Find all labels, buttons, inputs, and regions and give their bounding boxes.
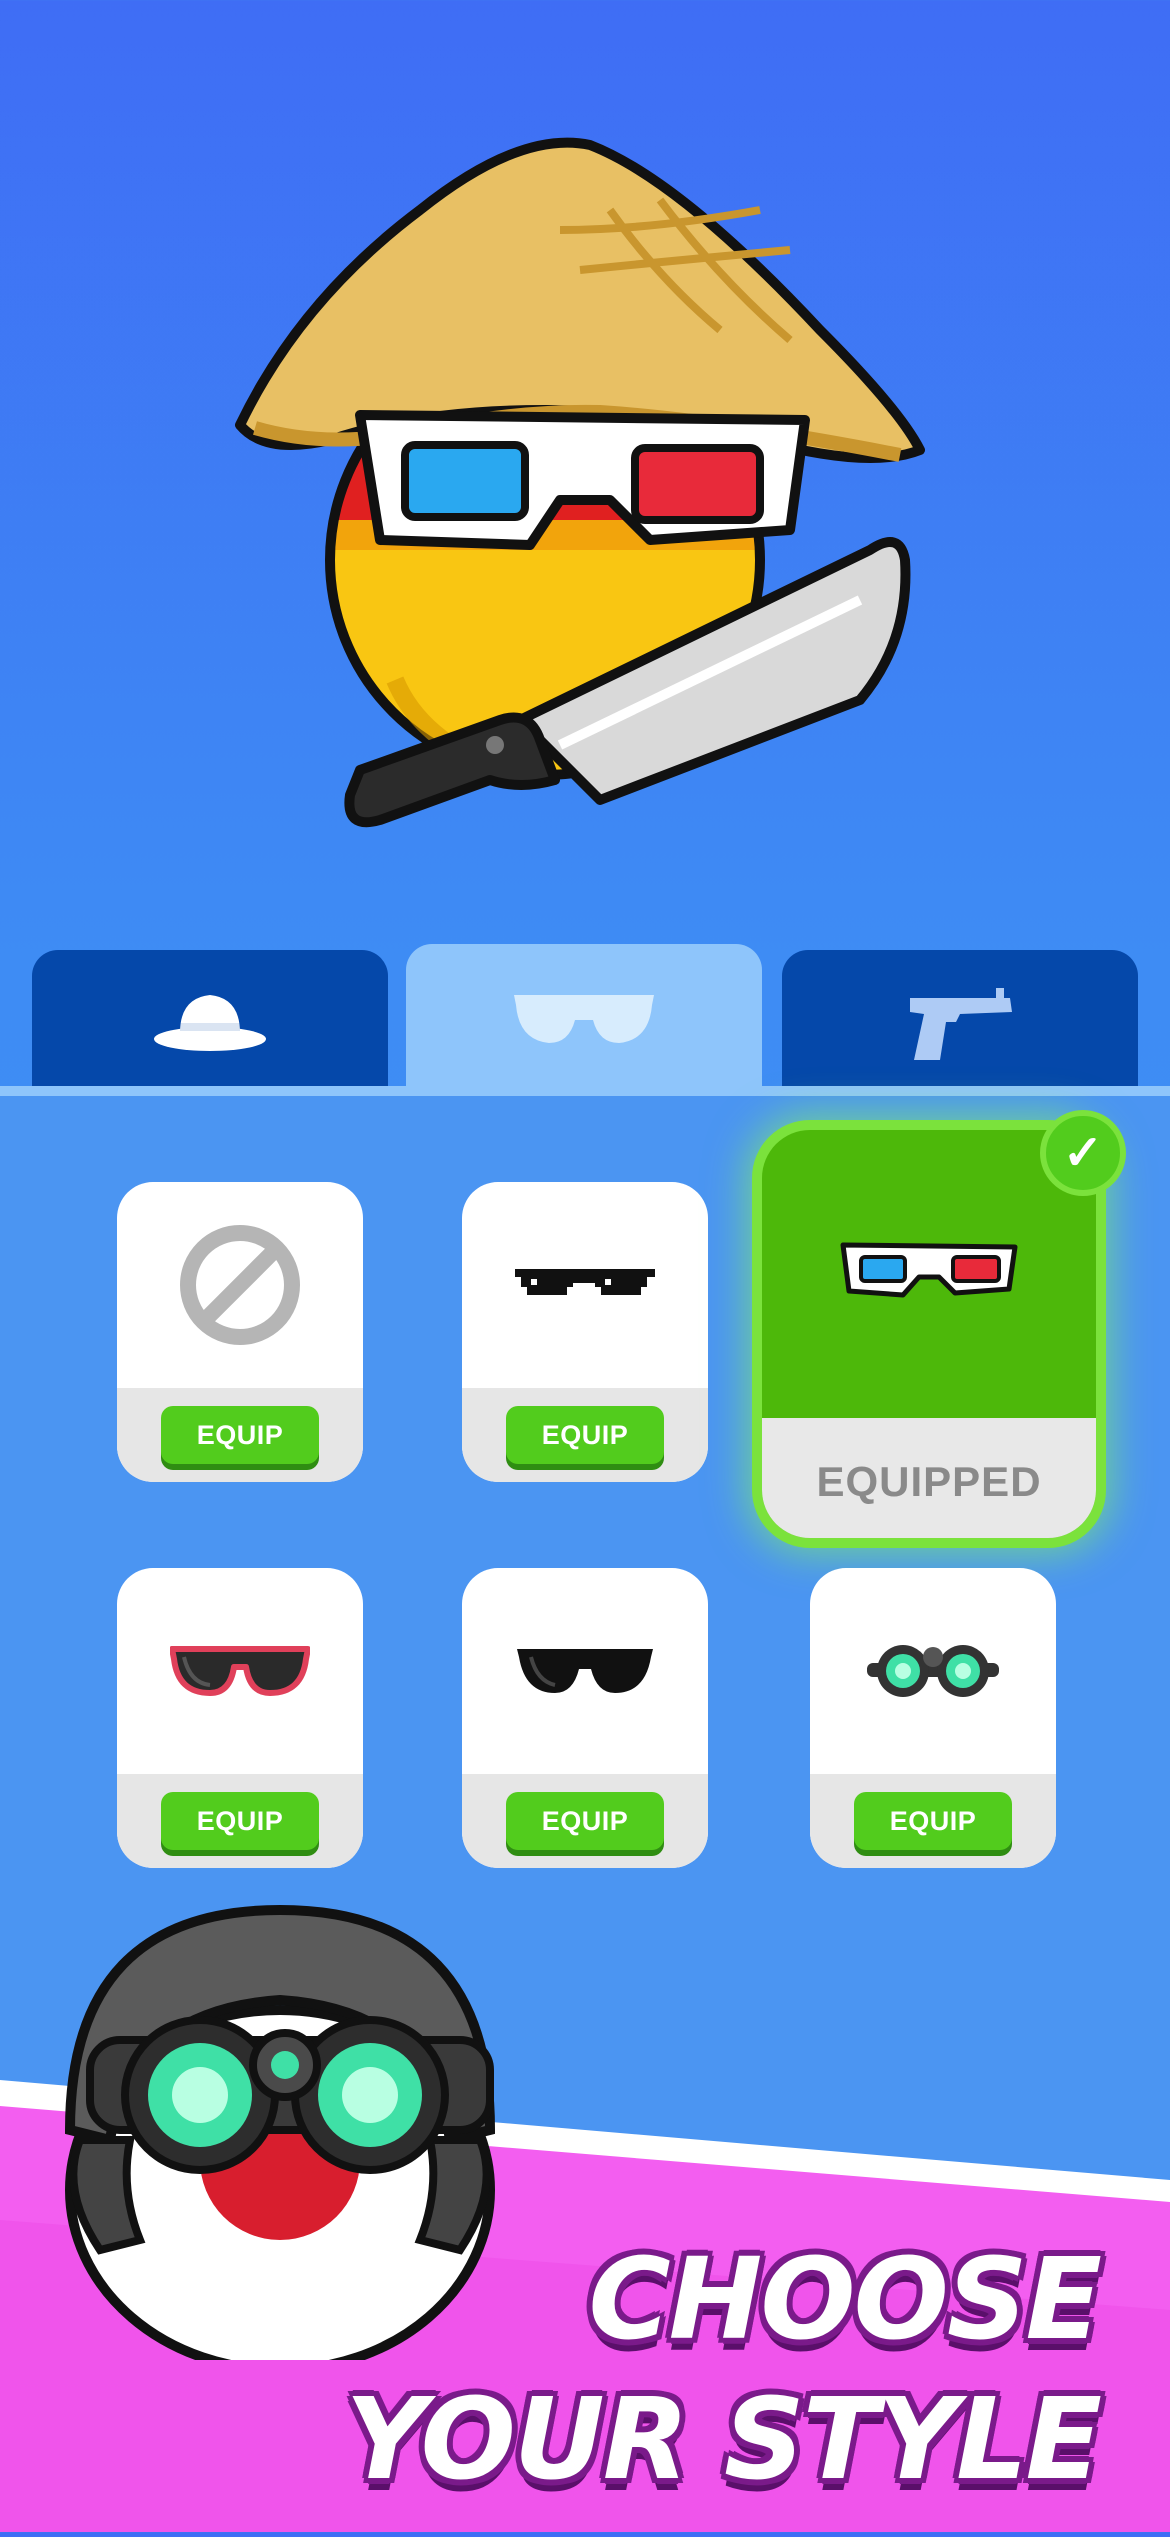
pistol-icon: [910, 987, 1012, 1060]
item-card-none[interactable]: EQUIP: [117, 1182, 363, 1482]
item-card-pixel-sunglasses[interactable]: EQUIP: [462, 1182, 708, 1482]
equip-button[interactable]: EQUIP: [161, 1406, 319, 1464]
item-card-black-sunglasses[interactable]: EQUIP: [462, 1568, 708, 1868]
category-tabs: [0, 940, 1170, 1095]
tab-hats[interactable]: [32, 950, 388, 1095]
equipped-status: EQUIPPED: [816, 1458, 1042, 1505]
3d-glasses-icon: [840, 1242, 1018, 1298]
countryball-with-night-vision-helmet-icon: [64, 1904, 496, 2360]
character-preview: [0, 0, 1170, 940]
item-card-3d-glasses[interactable]: EQUIPPED: [762, 1130, 1096, 1538]
equip-button[interactable]: EQUIP: [506, 1406, 664, 1464]
tab-glasses[interactable]: [406, 944, 762, 1095]
night-vision-goggles-icon: [867, 1645, 999, 1697]
slogan-line-2: YOUR STYLE: [345, 2375, 1102, 2505]
equip-button[interactable]: EQUIP: [506, 1792, 664, 1850]
checkmark-icon: ✓: [1040, 1110, 1126, 1196]
tab-underline: [0, 1086, 1170, 1096]
black-sunglasses-icon: [517, 1649, 653, 1693]
red-frame-sunglasses-icon: [170, 1646, 310, 1696]
none-icon: [180, 1225, 300, 1345]
slogan-line-1: CHOOSE: [588, 2235, 1102, 2365]
item-card-red-frame-sunglasses[interactable]: EQUIP: [117, 1568, 363, 1868]
sunglasses-icon: [514, 994, 654, 1043]
item-card-night-vision-goggles[interactable]: EQUIP: [810, 1568, 1056, 1868]
hat-icon: [154, 994, 266, 1051]
conical-straw-hat-icon: [235, 137, 925, 463]
equip-button[interactable]: EQUIP: [854, 1792, 1012, 1850]
equip-button[interactable]: EQUIP: [161, 1792, 319, 1850]
pixel-sunglasses-icon: [515, 1269, 655, 1295]
tab-weapons[interactable]: [782, 950, 1138, 1095]
